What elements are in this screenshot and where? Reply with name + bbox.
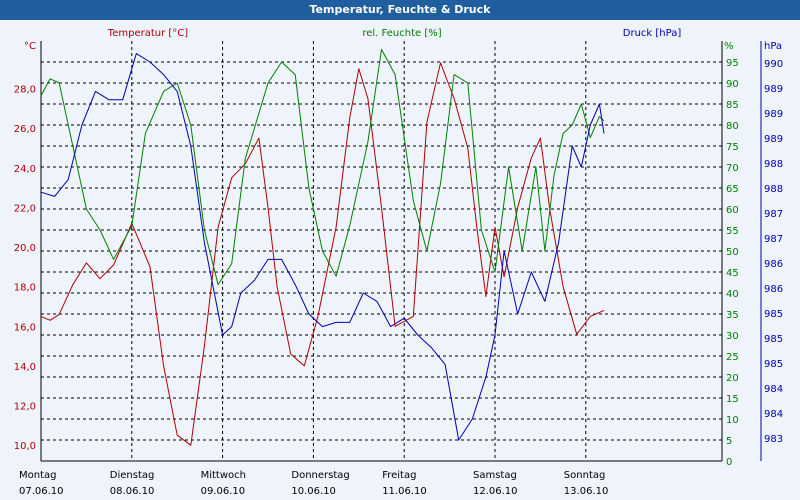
humidity-series-label: rel. Feuchte [%]	[362, 28, 441, 39]
y-left-tick: 22,0	[14, 203, 36, 214]
y-right-humidity-tick: 35	[726, 310, 739, 321]
y-right-humidity-tick: 90	[726, 79, 739, 90]
y-right-humidity-tick: 20	[726, 373, 739, 384]
weather-chart: Montag07.06.10Dienstag08.06.10Mittwoch09…	[14, 28, 783, 497]
x-day-label: Montag	[19, 470, 56, 481]
y-right-humidity-tick: 80	[726, 121, 739, 132]
y-left-tick: 18,0	[14, 283, 36, 294]
x-date-label: 09.06.10	[201, 486, 246, 497]
y-left-tick: 10,0	[14, 441, 36, 452]
y-left-tick: 16,0	[14, 322, 36, 333]
y-pressure-tick: 985	[764, 334, 783, 345]
y-right-humidity-tick: 70	[726, 163, 739, 174]
pressure-series-label: Druck [hPa]	[623, 28, 682, 39]
y-right-humidity-tick: 0	[726, 457, 732, 468]
x-date-label: 13.06.10	[564, 486, 609, 497]
left-axis-unit: °C	[24, 41, 36, 52]
x-day-label: Mittwoch	[201, 470, 246, 481]
x-day-label: Freitag	[382, 470, 416, 481]
x-date-label: 10.06.10	[291, 486, 336, 497]
window-title: Temperatur, Feuchte & Druck	[0, 0, 800, 20]
x-date-label: 11.06.10	[382, 486, 427, 497]
y-pressure-tick: 985	[764, 359, 783, 370]
y-left-tick: 14,0	[14, 362, 36, 373]
y-pressure-tick: 989	[764, 134, 783, 145]
y-right-humidity-tick: 15	[726, 394, 739, 405]
x-date-label: 12.06.10	[473, 486, 518, 497]
y-pressure-tick: 988	[764, 159, 783, 170]
x-date-label: 08.06.10	[110, 486, 155, 497]
y-right-humidity-tick: 85	[726, 100, 739, 111]
y-pressure-tick: 984	[764, 409, 783, 420]
y-right-humidity-tick: 5	[726, 436, 732, 447]
humidity-axis-unit: %	[724, 41, 734, 52]
y-pressure-tick: 984	[764, 384, 783, 395]
y-right-humidity-tick: 50	[726, 247, 739, 258]
x-day-label: Samstag	[473, 470, 517, 481]
y-right-humidity-tick: 95	[726, 58, 739, 69]
y-pressure-tick: 988	[764, 184, 783, 195]
y-right-humidity-tick: 55	[726, 226, 739, 237]
x-day-label: Dienstag	[110, 470, 155, 481]
y-left-tick: 26,0	[14, 124, 36, 135]
temperature-series-label: Temperatur [°C]	[107, 28, 188, 39]
y-pressure-tick: 986	[764, 259, 783, 270]
y-pressure-tick: 986	[764, 284, 783, 295]
y-right-humidity-tick: 10	[726, 415, 739, 426]
x-date-label: 07.06.10	[19, 486, 64, 497]
y-right-humidity-tick: 60	[726, 205, 739, 216]
pressure-axis-unit: hPa	[764, 41, 782, 52]
y-pressure-tick: 985	[764, 309, 783, 320]
y-pressure-tick: 987	[764, 234, 783, 245]
x-day-label: Sonntag	[564, 470, 606, 481]
y-right-humidity-tick: 30	[726, 331, 739, 342]
y-left-tick: 12,0	[14, 402, 36, 413]
x-day-label: Donnerstag	[291, 470, 349, 481]
y-pressure-tick: 987	[764, 209, 783, 220]
y-left-tick: 20,0	[14, 243, 36, 254]
y-right-humidity-tick: 40	[726, 289, 739, 300]
y-right-humidity-tick: 65	[726, 184, 739, 195]
y-pressure-tick: 983	[764, 434, 783, 445]
y-right-humidity-tick: 45	[726, 268, 739, 279]
y-right-humidity-tick: 25	[726, 352, 739, 363]
y-right-humidity-tick: 75	[726, 142, 739, 153]
y-pressure-tick: 990	[764, 59, 783, 70]
y-left-tick: 24,0	[14, 164, 36, 175]
y-pressure-tick: 989	[764, 84, 783, 95]
y-pressure-tick: 989	[764, 109, 783, 120]
y-left-tick: 28,0	[14, 85, 36, 96]
